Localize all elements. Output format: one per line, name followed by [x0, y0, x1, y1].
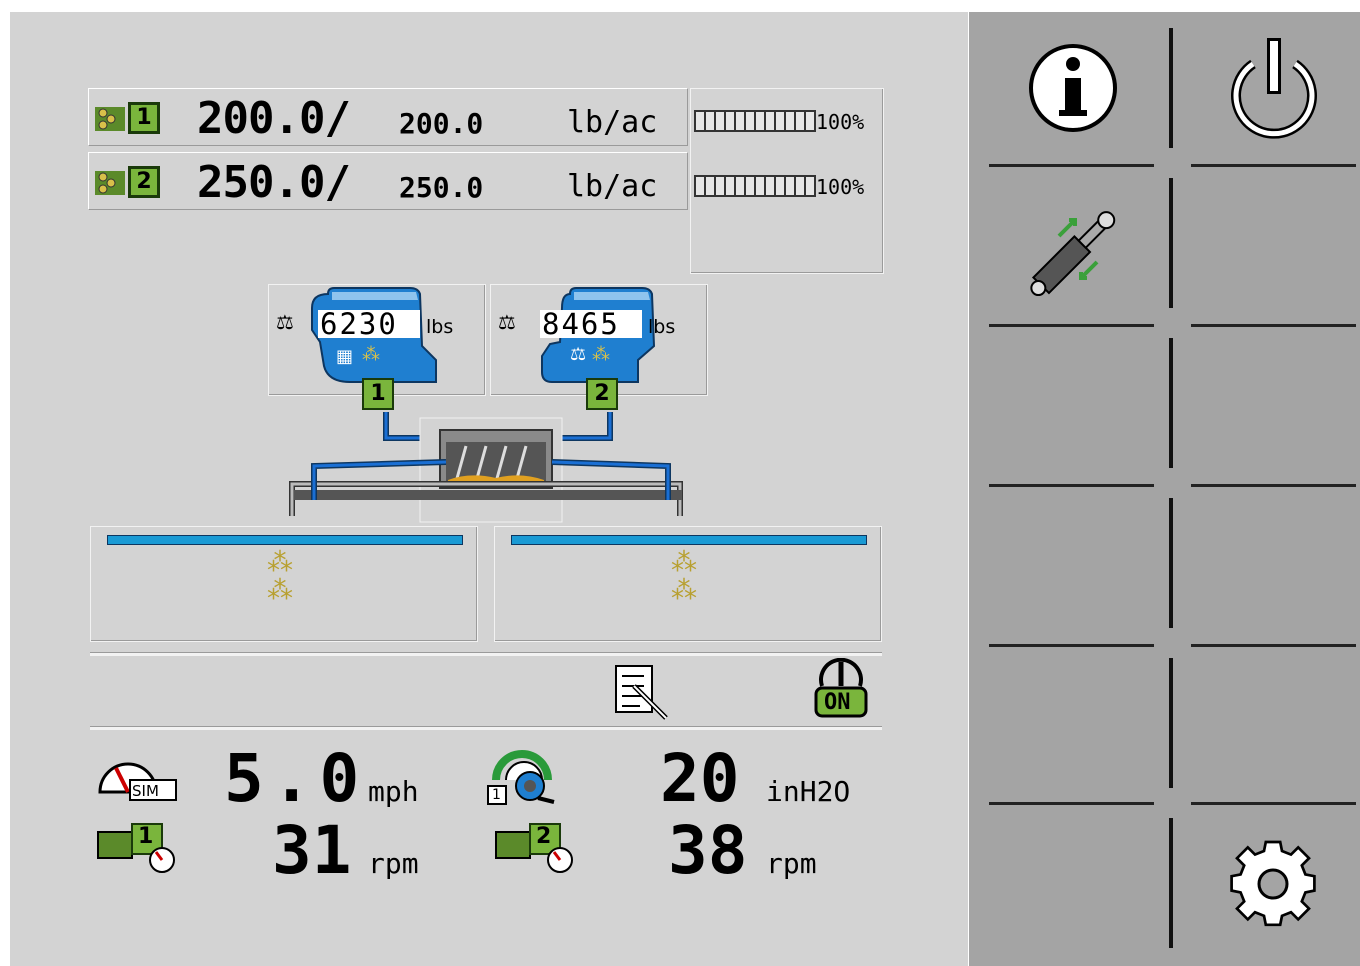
fan-pressure-value: 20: [660, 740, 740, 817]
hopper-2-unit: lbs: [648, 316, 676, 338]
product-1-icon: 1: [93, 101, 165, 139]
hopper-2-weight: 8465: [540, 310, 642, 339]
hydraulic-button[interactable]: [979, 182, 1159, 322]
scale-icon-1: ⚖: [276, 310, 294, 334]
softkey-divider-2: [989, 324, 1154, 327]
fan-pressure-unit: inH2O: [766, 775, 851, 808]
rate-bar-1-fill: [696, 112, 814, 130]
rate-unit-2: lb/ac: [567, 169, 658, 204]
calculator-icon: ▦: [336, 346, 354, 367]
fan-channel-badge: 1: [492, 787, 501, 803]
softkey-empty-left-6[interactable]: [979, 818, 1159, 958]
rate-bar-2: [694, 175, 816, 197]
seed-icon-hopper-2: ⁂: [592, 344, 610, 365]
softkey-empty-left-5[interactable]: [979, 662, 1159, 802]
section-right-panel[interactable]: ⁂ ⁂: [494, 526, 882, 642]
softkey-divider-3: [989, 484, 1154, 487]
rate-row-2[interactable]: 2 250.0/ 250.0 lb/ac: [88, 152, 688, 210]
seed-icon-hopper-1: ⁂: [362, 344, 380, 365]
speed-value: 5.0: [224, 740, 368, 817]
actual-rate-2: 250.0/: [197, 157, 351, 208]
motor-2-rpm-unit: rpm: [766, 847, 817, 880]
product-2-icon: 2: [93, 165, 165, 203]
motor-2-icon: 2: [494, 820, 578, 874]
scale-icon-hopper-2: ⚖: [570, 344, 587, 365]
hopper-1-weight: 6230: [318, 310, 420, 339]
softkey-divider-vertical: [1169, 28, 1173, 948]
gear-icon: [1230, 840, 1316, 927]
target-rate-1: 200.0: [399, 107, 484, 140]
section-left-panel[interactable]: ⁂ ⁂: [90, 526, 478, 642]
speed-unit: mph: [368, 775, 419, 808]
softkey-divider-2b: [1191, 324, 1356, 327]
channel-1-badge: 1: [129, 103, 159, 133]
rate-row-1[interactable]: 1 200.0/ 200.0 lb/ac: [88, 88, 688, 146]
scale-icon-2: ⚖: [498, 310, 516, 334]
seed-icon-section-left: ⁂ ⁂: [267, 548, 293, 606]
toolbar-bottom-line: [90, 726, 882, 730]
settings-button[interactable]: [1179, 818, 1359, 958]
softkey-divider-4b: [1191, 644, 1356, 647]
rate-unit-1: lb/ac: [567, 105, 658, 140]
softkey-empty-left-4[interactable]: [979, 502, 1159, 642]
master-on-label: ON: [824, 690, 851, 715]
power-button[interactable]: [1179, 22, 1359, 162]
section-left-bar: [107, 535, 463, 545]
motor-1-badge: 1: [138, 824, 154, 849]
toolbar-top-line: [90, 652, 882, 656]
fan-pressure-icon: 1: [486, 740, 562, 806]
softkey-divider-5: [989, 802, 1154, 805]
power-icon: [1231, 38, 1317, 139]
softkey-empty-right-2[interactable]: [1179, 182, 1359, 322]
target-rate-2: 250.0: [399, 171, 484, 204]
info-button[interactable]: [979, 22, 1159, 162]
seed-icon-section-right: ⁂ ⁂: [671, 548, 697, 606]
task-list-icon: [615, 665, 668, 720]
speed-sim-badge: SIM: [132, 782, 159, 800]
softkey-empty-right-3[interactable]: [1179, 342, 1359, 482]
task-list-button[interactable]: [614, 664, 670, 720]
softkey-empty-right-4[interactable]: [1179, 502, 1359, 642]
softkey-empty-left-3[interactable]: [979, 342, 1159, 482]
channel-2-badge: 2: [129, 167, 159, 197]
main-work-screen: 1 200.0/ 200.0 lb/ac 2 250.0/ 250.0 lb/a…: [10, 12, 968, 966]
section-right-bar: [511, 535, 867, 545]
softkey-empty-right-5[interactable]: [1179, 662, 1359, 802]
info-icon: [1029, 44, 1117, 132]
speed-source-icon: SIM: [96, 752, 180, 802]
actual-rate-1: 200.0/: [197, 93, 351, 144]
softkey-divider-1: [989, 164, 1154, 167]
hopper-1-unit: lbs: [426, 316, 454, 338]
motor-2-badge: 2: [536, 824, 552, 849]
motor-2-rpm-value: 38: [668, 812, 748, 889]
motor-1-rpm-unit: rpm: [368, 847, 419, 880]
hopper-1-badge: 1: [362, 378, 394, 410]
hydraulic-cylinder-icon: [1030, 211, 1116, 297]
softkey-divider-3b: [1191, 484, 1356, 487]
softkey-panel: [969, 12, 1360, 966]
master-switch-button[interactable]: ON: [810, 657, 872, 720]
hopper-2-badge: 2: [586, 378, 618, 410]
softkey-divider-4: [989, 644, 1154, 647]
softkey-divider-5b: [1191, 802, 1356, 805]
rate-bar-2-fill: [696, 177, 814, 195]
rate-bar-1: [694, 110, 816, 132]
softkey-divider-1b: [1191, 164, 1356, 167]
rate-percent-1: 100%: [816, 110, 865, 134]
motor-1-rpm-value: 31: [272, 812, 352, 889]
motor-1-icon: 1: [96, 820, 180, 874]
rate-percent-2: 100%: [816, 175, 865, 199]
